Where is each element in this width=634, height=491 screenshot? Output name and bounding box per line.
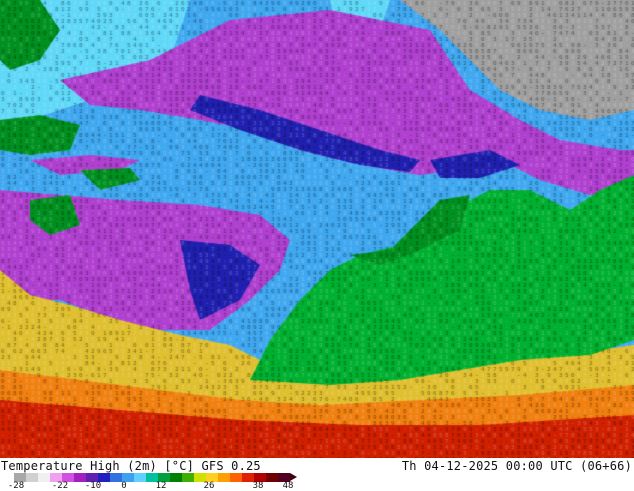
colorbar-segment xyxy=(182,473,194,482)
valid-time-label: Th 04-12-2025 00:00 UTC (06+66) xyxy=(401,459,632,473)
colorbar-segment xyxy=(218,473,230,482)
legend-footer: Temperature High (2m) [°C] GFS 0.25 Th 0… xyxy=(0,458,634,491)
colorbar-segment xyxy=(110,473,122,482)
map-title: Temperature High (2m) [°C] GFS 0.25 xyxy=(1,459,261,473)
temperature-field-map xyxy=(0,0,634,458)
colorbar-segment xyxy=(230,473,242,482)
colorbar-segment xyxy=(266,473,278,482)
colorbar-segment xyxy=(170,473,182,482)
colorbar-arrow-tip xyxy=(290,473,297,481)
colorbar-segment xyxy=(134,473,146,482)
colorbar-segment xyxy=(26,473,38,482)
colorbar-segment xyxy=(38,473,50,482)
weather-map xyxy=(0,0,634,490)
